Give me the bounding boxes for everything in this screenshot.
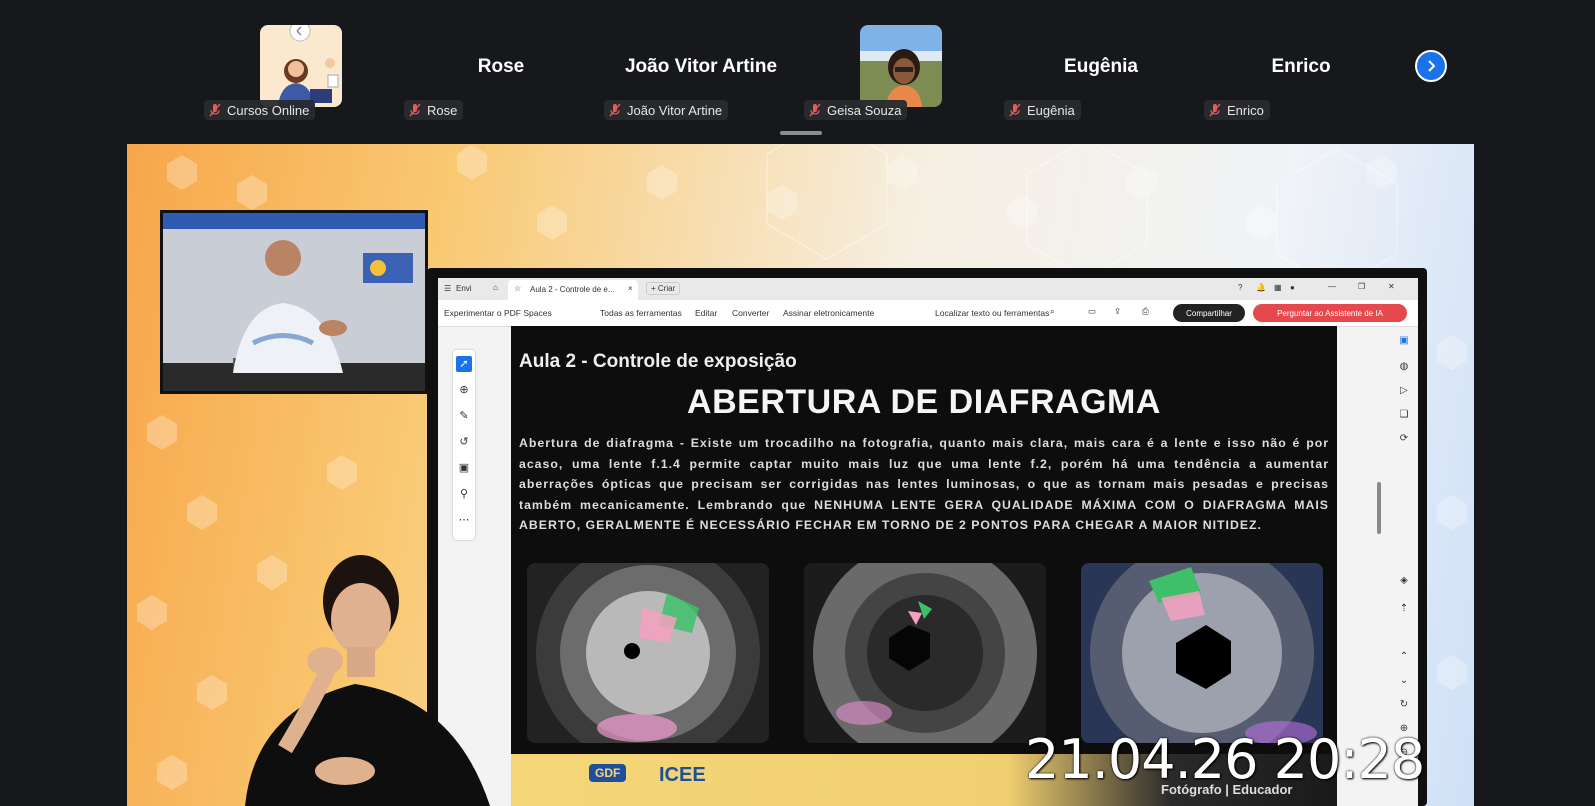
edit-pdf-icon[interactable]: ▷ — [1396, 383, 1412, 399]
toolbar: Experimentar o PDF Spaces Todas as ferra… — [438, 300, 1418, 327]
participant-tile[interactable]: João Vitor Artine João Vitor Artine — [601, 20, 801, 125]
participant-display-name: João Vitor Artine — [624, 56, 778, 77]
zoom-tool-icon[interactable]: ⊕ — [456, 382, 472, 398]
lens-image — [527, 563, 769, 743]
slide-body: Abertura de diafragma - Existe um trocad… — [519, 436, 1329, 532]
participant-display-name: Enrico — [1271, 56, 1331, 77]
mic-muted-icon — [409, 103, 421, 117]
mic-muted-icon — [609, 103, 621, 117]
left-tool-panel: ➚ ⊕ ✎ ↺ ▣ ⚲ ⋯ — [453, 350, 475, 540]
apps-icon[interactable]: ▦ — [1274, 283, 1282, 292]
scroll-up-icon[interactable]: ⌃ — [1396, 649, 1412, 665]
edit-menu[interactable]: Editar — [695, 308, 717, 318]
new-tab-label: Criar — [657, 284, 676, 293]
participant-name-chip: Enrico — [1204, 100, 1270, 120]
pages-icon[interactable]: ❏ — [1396, 407, 1412, 423]
participant-tile[interactable]: Rose Rose — [401, 20, 601, 125]
participant-tile[interactable]: Eugênia Eugênia — [1001, 20, 1201, 125]
page-indicator — [780, 131, 822, 135]
icee-logo: ICEE — [659, 764, 706, 786]
avatar — [860, 25, 942, 107]
lens-image — [1081, 563, 1323, 743]
title-bar: ☰ Envi ⌂ ☆ Aula 2 - Controle de e... × +… — [438, 278, 1418, 300]
save-icon[interactable]: ▭ — [1088, 306, 1096, 317]
mic-muted-icon — [809, 103, 821, 117]
participant-name-chip: Eugênia — [1004, 100, 1081, 120]
participant-name: Rose — [427, 102, 458, 118]
minimize-icon[interactable]: — — [1328, 282, 1336, 291]
gdf-logo: GDF — [589, 764, 627, 782]
upload-icon[interactable]: ⇪ — [1114, 306, 1121, 317]
avatar — [260, 25, 342, 107]
tab-document-label: Aula 2 - Controle de e... — [530, 285, 615, 294]
close-window-icon[interactable]: ✕ — [1388, 282, 1395, 291]
text-tool-icon[interactable]: ▣ — [456, 460, 472, 476]
help-icon[interactable]: ? — [1238, 283, 1242, 292]
ai-assistant-button[interactable]: Perguntar ao Assistente de IA — [1253, 304, 1407, 322]
star-icon: ☆ — [514, 284, 522, 293]
tab-document[interactable]: ☆ Aula 2 - Controle de e... × — [508, 280, 638, 300]
participant-tile[interactable]: Geisa Souza — [801, 20, 1001, 125]
page-nav-icon[interactable]: ⇡ — [1396, 601, 1412, 617]
panel-icon[interactable]: ▣ — [1396, 333, 1412, 349]
export-icon[interactable]: ⟳ — [1396, 431, 1412, 447]
pdf-spaces-link[interactable]: Experimentar o PDF Spaces — [444, 308, 552, 318]
next-page-button[interactable] — [1415, 50, 1447, 82]
select-tool-icon[interactable]: ➚ — [456, 356, 472, 372]
mic-muted-icon — [1209, 103, 1221, 117]
ai-assistant-label: Perguntar ao Assistente de IA — [1277, 308, 1383, 318]
print-icon[interactable]: ⎙ — [1142, 306, 1149, 317]
shared-video-stage: ☰ Envi ⌂ ☆ Aula 2 - Controle de e... × +… — [127, 144, 1474, 806]
participant-name-chip: Cursos Online — [204, 100, 316, 120]
participant-display-name: Eugênia — [1064, 56, 1138, 77]
participant-display-name: Rose — [477, 56, 525, 77]
pdf-reader-window: ☰ Envi ⌂ ☆ Aula 2 - Controle de e... × +… — [438, 278, 1418, 806]
close-tab-icon[interactable]: × — [628, 284, 633, 293]
maximize-icon[interactable]: ❐ — [1358, 282, 1365, 291]
participant-tile[interactable]: Enrico Enrico — [1201, 20, 1401, 125]
scrollbar[interactable] — [1377, 482, 1381, 534]
presenter-video — [160, 210, 428, 394]
convert-menu[interactable]: Converter — [732, 308, 769, 318]
slide-title: ABERTURA DE DIAFRAGMA — [687, 383, 1161, 421]
tab-home[interactable]: Envi — [456, 284, 472, 293]
more-tools-icon[interactable]: ⋯ — [456, 512, 472, 528]
participant-strip: Cursos Online Rose Rose João Vitor Artin… — [0, 0, 1595, 140]
rotate-icon[interactable]: ↻ — [1396, 697, 1412, 713]
menu-icon[interactable]: ☰ — [444, 284, 451, 293]
share-button[interactable]: Compartilhar — [1173, 304, 1245, 322]
participant-name: João Vitor Artine — [627, 102, 723, 118]
home-icon[interactable]: ⌂ — [493, 283, 498, 292]
participant-tile[interactable]: Cursos Online — [201, 20, 401, 125]
mic-muted-icon — [209, 103, 221, 117]
all-tools-menu[interactable]: Todas as ferramentas — [600, 308, 682, 318]
new-tab-button[interactable]: + Criar — [646, 282, 681, 295]
share-button-label: Compartilhar — [1186, 308, 1232, 318]
pen-tool-icon[interactable]: ✎ — [456, 408, 472, 424]
lens-image — [804, 563, 1046, 743]
participant-name-chip: Geisa Souza — [804, 100, 908, 120]
slide-subtitle: Aula 2 - Controle de exposição — [519, 351, 797, 372]
ai-icon[interactable]: ◈ — [1396, 573, 1412, 589]
comment-icon[interactable]: ◍ — [1396, 359, 1412, 375]
sign-language-interpreter-video — [245, 549, 505, 806]
bell-icon[interactable]: 🔔 — [1256, 283, 1266, 292]
participant-name: Geisa Souza — [827, 102, 902, 118]
timestamp-overlay: 21.04.26 20:28 — [1025, 728, 1425, 791]
shared-screen: ☰ Envi ⌂ ☆ Aula 2 - Controle de e... × +… — [427, 268, 1427, 806]
search-icon[interactable]: ⌕ — [1050, 306, 1055, 317]
participant-name-chip: Rose — [404, 100, 464, 120]
participant-name: Cursos Online — [227, 102, 310, 118]
participant-name: Eugênia — [1027, 102, 1075, 118]
participant-name: Enrico — [1227, 102, 1264, 118]
chevron-right-icon — [1428, 60, 1436, 72]
draw-tool-icon[interactable]: ↺ — [456, 434, 472, 450]
account-icon[interactable]: ● — [1290, 283, 1295, 292]
mic-muted-icon — [1009, 103, 1021, 117]
participant-name-chip: João Vitor Artine — [604, 100, 729, 120]
search-tools-field[interactable]: Localizar texto ou ferramentas — [935, 308, 1049, 318]
scroll-down-icon[interactable]: ⌄ — [1396, 673, 1412, 689]
sign-menu[interactable]: Assinar eletronicamente — [783, 308, 874, 318]
stamp-tool-icon[interactable]: ⚲ — [456, 486, 472, 502]
